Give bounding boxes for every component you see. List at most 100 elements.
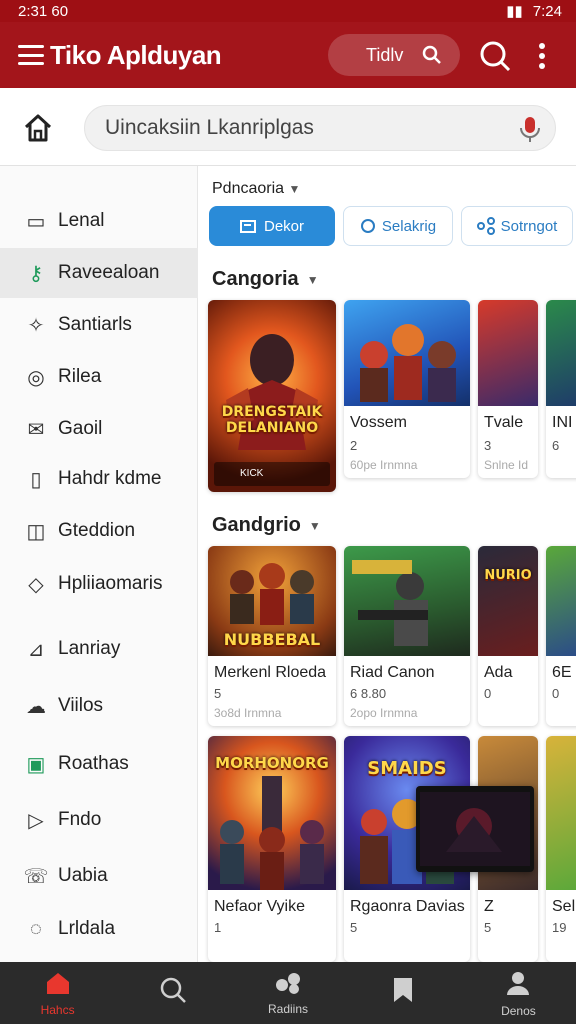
sidebar-item[interactable]: ☁ Viilos <box>0 681 198 731</box>
nav-item[interactable] <box>115 962 230 1024</box>
nav-item[interactable]: Radiins <box>230 962 345 1024</box>
sidebar-item[interactable]: ✧ Santiarls <box>0 300 198 350</box>
nav-item[interactable] <box>346 962 461 1024</box>
nav-item[interactable]: Denos <box>461 962 576 1024</box>
nav-item-label: Denos <box>501 1003 536 1018</box>
sidebar-item[interactable]: ▯ Hahdr kdme <box>0 454 198 504</box>
search-placeholder: Uincaksiin Lkanriplgas <box>105 116 314 139</box>
game-meta: 3 <box>484 438 492 453</box>
filter-chip-sotrngot[interactable]: Sotrngot <box>461 206 573 246</box>
tag-icon: ▭ <box>26 210 46 233</box>
home-icon[interactable] <box>22 112 54 144</box>
game-card[interactable]: DRENGSTAIK DELANIANO KICK <box>208 300 336 492</box>
game-title: Ada <box>484 664 513 681</box>
sidebar-item-label: Hahdr kdme <box>58 468 162 489</box>
game-card[interactable]: Riad Canon 6 8.80 2opo Irnmna <box>344 546 470 726</box>
mail-icon: ✉ <box>27 418 45 441</box>
game-title: INI <box>552 414 573 431</box>
sidebar-item-label: Raveealoan <box>58 262 160 283</box>
game-card[interactable]: Vossem 2 60pe Irnmna <box>344 300 470 478</box>
game-art-title: DRENGSTAIK DELANIANO <box>221 404 323 436</box>
more-options-icon[interactable] <box>532 42 552 70</box>
circle-icon <box>360 219 375 233</box>
game-meta: 1 <box>214 920 222 935</box>
game-art: DRENGSTAIK DELANIANO KICK <box>208 300 336 492</box>
swirl-icon: ◎ <box>27 366 45 389</box>
app-title: Tiko Aplduyan <box>50 39 222 70</box>
game-meta: 19 <box>552 920 567 935</box>
status-time-right: 7:24 <box>532 2 562 20</box>
game-card[interactable]: NURIO Ada 0 <box>478 546 538 726</box>
share-icon <box>476 217 495 235</box>
game-subtitle: 60pe Irnmna <box>350 458 418 472</box>
game-art-title: NURIO <box>484 568 532 583</box>
sidebar-item[interactable]: ▷ Fndo <box>0 795 198 845</box>
game-card[interactable]: MORHONORG Nefaor Vyike 1 <box>208 736 336 962</box>
game-meta: 0 <box>552 686 560 701</box>
sidebar-item[interactable]: ▣ Roathas <box>0 739 198 789</box>
sidebar-item[interactable]: ◌ Lrldala <box>0 904 198 954</box>
game-art-title: NUBBEBAL <box>223 630 321 649</box>
search-icon[interactable] <box>478 39 512 73</box>
game-card[interactable]: Sel 19 <box>546 736 576 962</box>
sidebar-item-label: Uabia <box>58 865 108 886</box>
sidebar-item-label: Viilos <box>58 695 104 716</box>
book-icon: ▯ <box>30 468 42 491</box>
main-content: Pdncaoria ▼ Dekor Selakrig Sotrngot Cang… <box>198 166 576 962</box>
game-title: Vossem <box>350 414 407 431</box>
section-title[interactable]: Cangoria ▼ <box>212 268 319 291</box>
nav-item-label: Hahcs <box>40 1002 75 1017</box>
sidebar-item-label: Gteddion <box>58 520 136 541</box>
game-title: 6E <box>552 664 572 681</box>
nav-item-label: Radiins <box>267 1001 309 1016</box>
section-title-text: Cangoria <box>212 268 299 290</box>
appbar-search-field[interactable]: Tidlv <box>328 34 460 76</box>
sidebar-item-label: Gaoil <box>58 418 103 439</box>
game-meta: 5 <box>214 686 222 701</box>
filter-chip-selakrig[interactable]: Selakrig <box>343 206 453 246</box>
nav-item[interactable]: Hahcs <box>0 962 115 1024</box>
cloud-icon: ☁ <box>26 695 46 718</box>
game-card[interactable]: INI 6 <box>546 300 576 478</box>
game-card[interactable]: Tvale 3 Snlne Id <box>478 300 538 478</box>
search-input[interactable]: Uincaksiin Lkanriplgas <box>84 105 556 151</box>
search-icon <box>159 976 187 1007</box>
microphone-icon[interactable] <box>519 115 541 143</box>
sidebar-item-label: Roathas <box>58 753 129 774</box>
game-title: Tvale <box>484 414 524 431</box>
sidebar-item-label: Santiarls <box>58 314 132 335</box>
game-card[interactable]: 6E 0 <box>546 546 576 726</box>
game-title: Z <box>484 898 494 915</box>
sidebar-item[interactable]: ◫ Gteddion <box>0 506 198 556</box>
home-icon <box>44 970 72 999</box>
game-title: Nefaor Vyike <box>214 898 305 915</box>
appbar-search-value: Tidlv <box>366 44 404 65</box>
chevron-down-icon: ▼ <box>306 272 319 287</box>
sidebar-item[interactable]: ☏ Uabia <box>0 851 198 901</box>
filter-dropdown[interactable]: Pdncaoria ▼ <box>212 180 300 198</box>
hamburger-menu-icon[interactable] <box>18 45 44 65</box>
section-title[interactable]: Gandgrio ▼ <box>212 514 321 537</box>
app-icon: ▣ <box>26 753 46 776</box>
sidebar-item[interactable]: ⊿ Lanriay <box>0 624 198 674</box>
sidebar-item[interactable]: ◇ Hpliiaomaris <box>0 559 198 609</box>
sidebar-item[interactable]: ⚷ Raveealoan <box>0 248 198 298</box>
sidebar-item-label: Lenal <box>58 210 105 231</box>
game-meta: 6 8.80 <box>350 686 387 701</box>
game-art: NURIO <box>478 546 538 656</box>
video-preview-popup[interactable] <box>416 786 534 872</box>
chevron-down-icon: ▼ <box>288 182 301 196</box>
game-subtitle: 3o8d Irnmna <box>214 706 282 720</box>
game-card[interactable]: NUBBEBAL Merkenl Rloeda 5 3o8d Irnmna <box>208 546 336 726</box>
bottom-navigation: Hahcs Radiins Denos <box>0 962 576 1024</box>
sidebar-item[interactable]: ✉ Gaoil <box>0 404 198 454</box>
filter-chip-label: Sotrngot <box>500 217 558 235</box>
sidebar-item[interactable]: ▭ Lenal <box>0 196 198 246</box>
chart-icon: ⊿ <box>27 638 45 661</box>
chat-icon: ◌ <box>30 917 42 940</box>
game-art <box>344 300 470 406</box>
filter-chip-dekor[interactable]: Dekor <box>209 206 335 246</box>
sidebar-item[interactable]: ◎ Rilea <box>0 352 198 402</box>
heroes-illustration <box>360 324 456 402</box>
game-art <box>478 300 538 406</box>
